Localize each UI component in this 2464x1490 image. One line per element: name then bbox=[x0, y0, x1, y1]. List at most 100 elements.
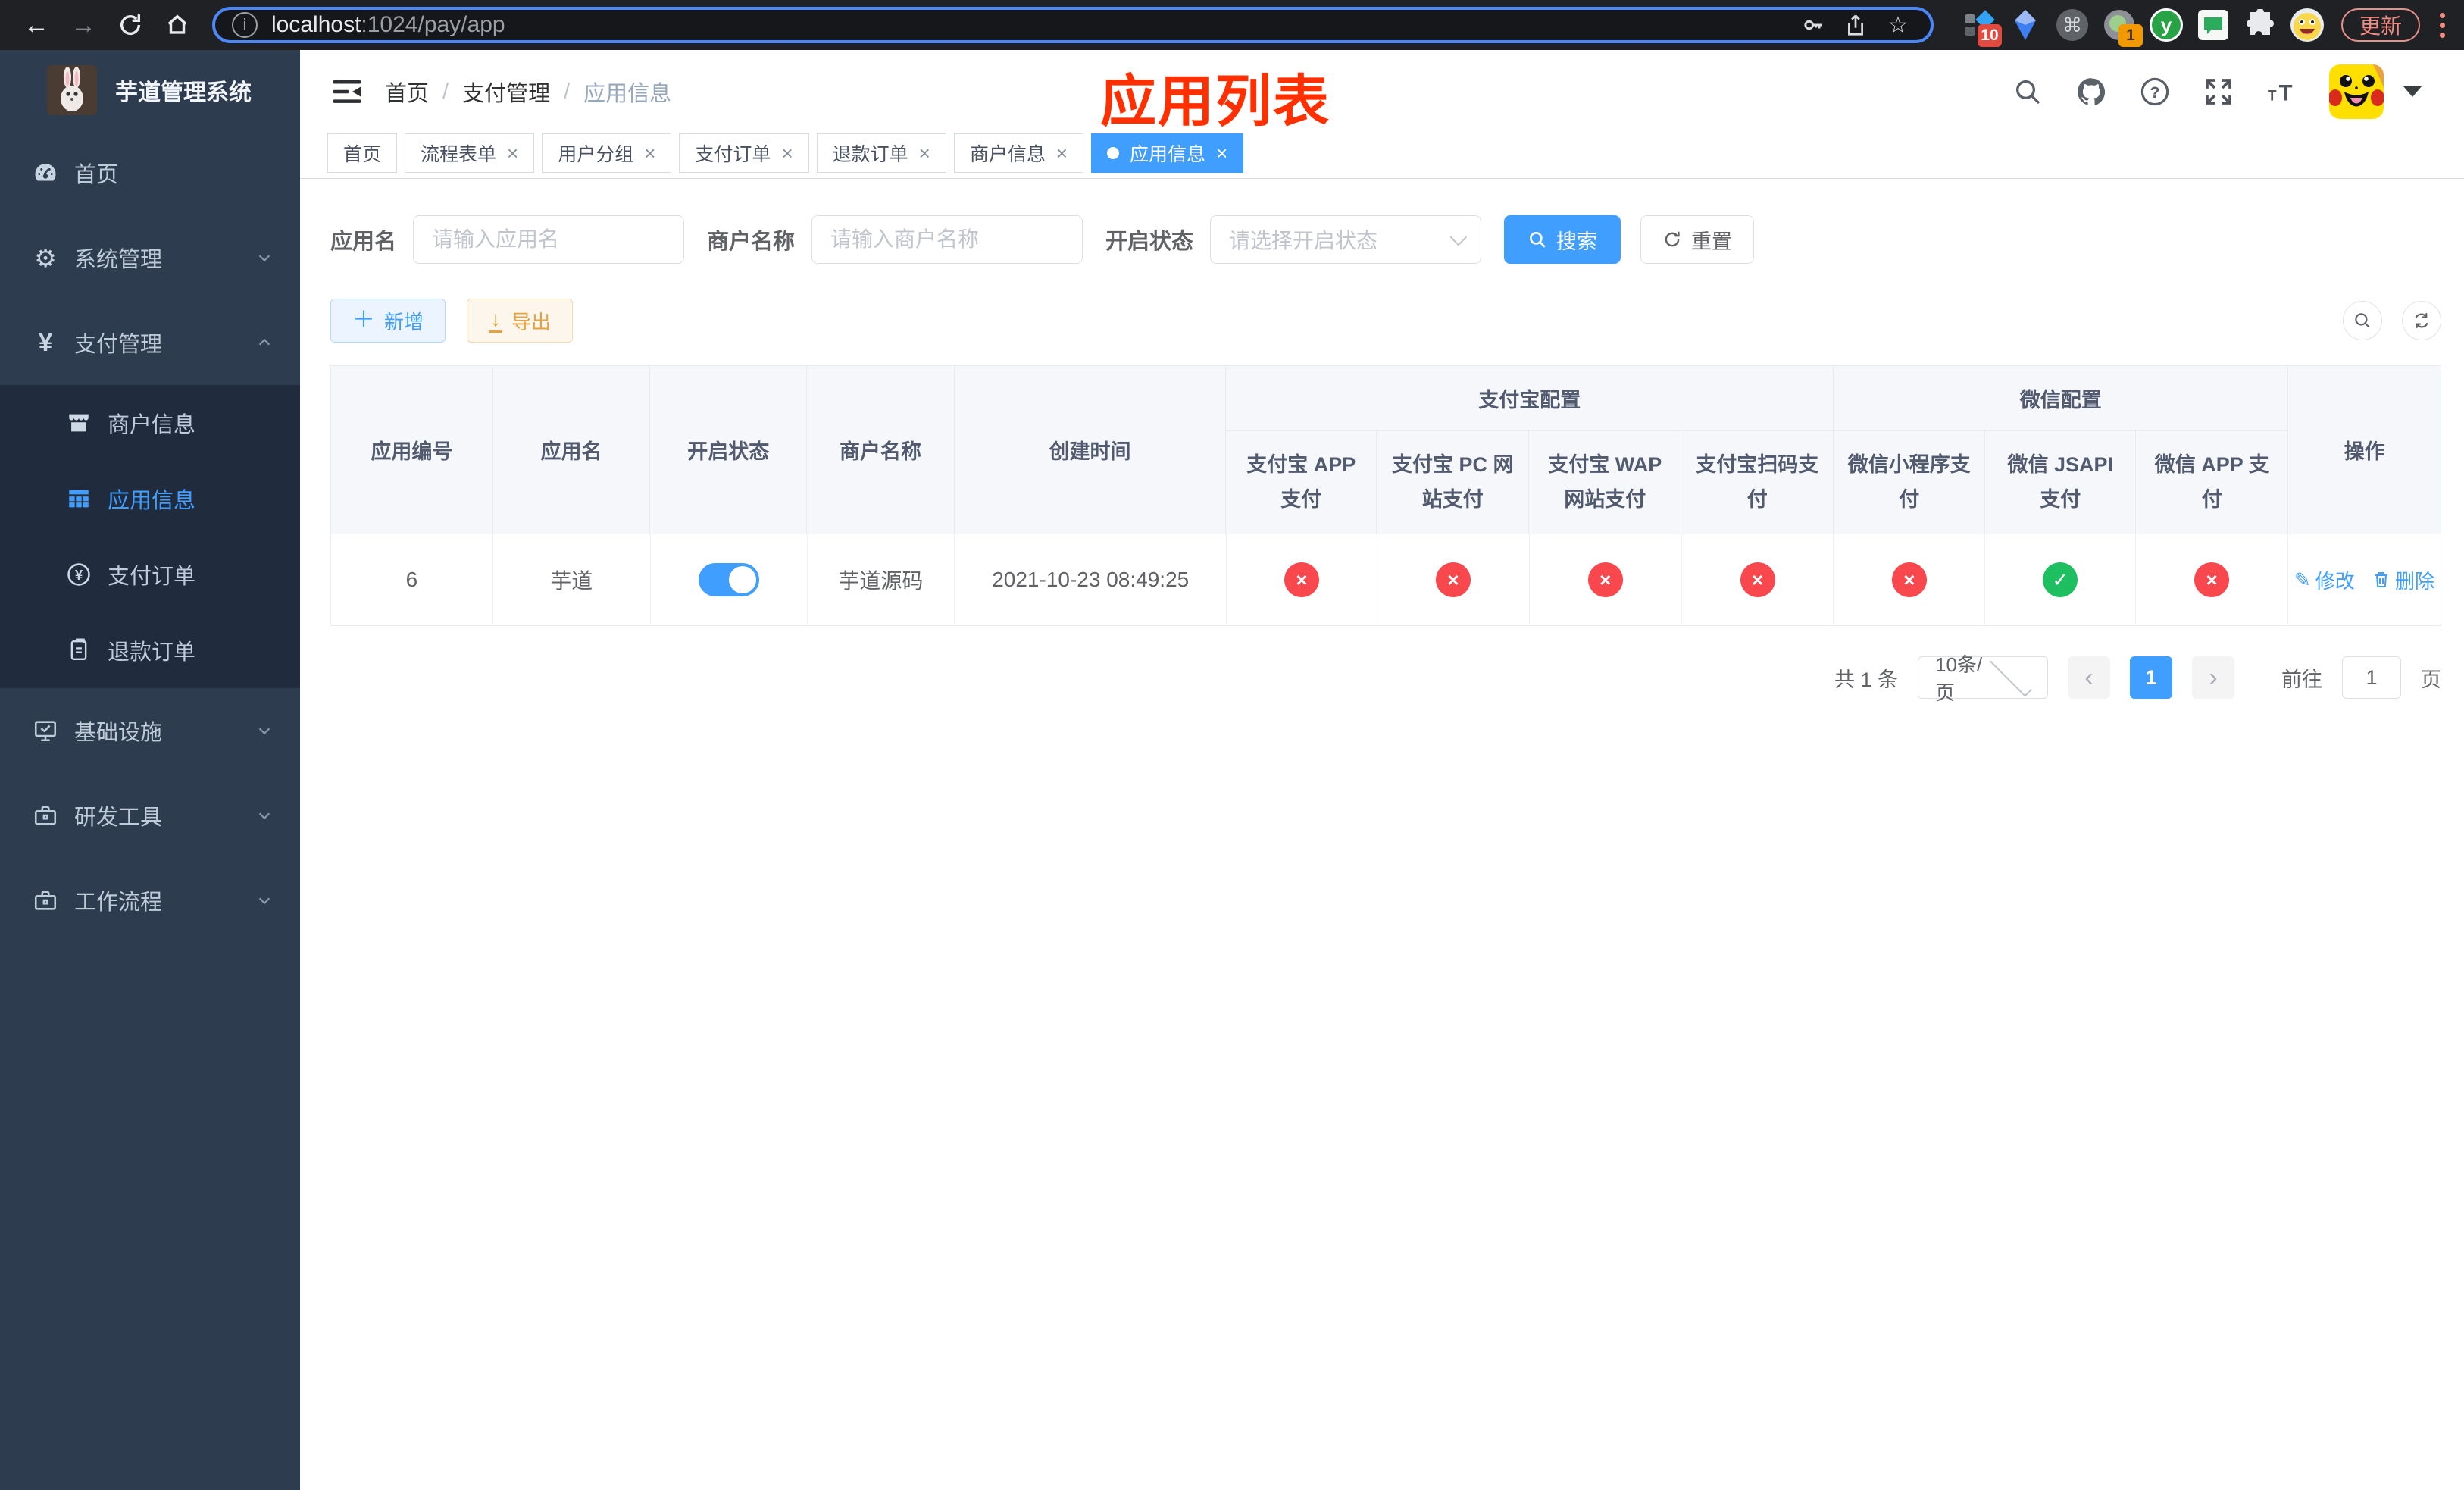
tags-view-bar: 首页 流程表单 × 用户分组 × 支付订单 × 退款订单 × 商户信息 × 应用信息 × bbox=[300, 133, 2464, 179]
cell-alipay-pc: × bbox=[1377, 534, 1530, 625]
breadcrumb-home[interactable]: 首页 bbox=[385, 76, 429, 108]
extension-balloon-icon[interactable] bbox=[2008, 8, 2043, 42]
filter-form: 应用名 商户名称 开启状态 请选择开启状态 搜索 bbox=[330, 215, 2441, 264]
page-size-select[interactable]: 10条/页 bbox=[1918, 653, 2048, 704]
sidebar-item-label: 支付订单 bbox=[108, 565, 196, 589]
close-icon[interactable]: × bbox=[919, 142, 930, 165]
app-name-label: 应用名 bbox=[330, 230, 397, 254]
tab-app-info[interactable]: 应用信息 × bbox=[1091, 133, 1244, 173]
gear-icon: ⚙ bbox=[34, 243, 57, 272]
close-icon[interactable]: × bbox=[507, 142, 518, 165]
close-icon[interactable]: × bbox=[644, 142, 655, 165]
browser-back-icon[interactable]: ← bbox=[20, 8, 53, 42]
font-size-icon[interactable]: TT bbox=[2265, 75, 2299, 108]
sidebar-item-infrastructure[interactable]: 基础设施 bbox=[0, 688, 300, 773]
avatar-caret-icon[interactable] bbox=[2403, 86, 2422, 97]
close-icon[interactable]: × bbox=[781, 142, 793, 165]
password-key-icon[interactable] bbox=[1797, 9, 1829, 41]
tab-home[interactable]: 首页 bbox=[327, 133, 398, 173]
breadcrumb-current: 应用信息 bbox=[583, 82, 672, 106]
sidebar-item-home[interactable]: 首页 bbox=[0, 130, 300, 215]
tab-refund-order[interactable]: 退款订单 × bbox=[816, 133, 946, 173]
sidebar-item-merchant-info[interactable]: 商户信息 bbox=[0, 385, 300, 461]
sidebar-item-pay[interactable]: ¥ 支付管理 bbox=[0, 300, 300, 385]
status-badge: × bbox=[1284, 562, 1319, 597]
extension-badge: 1 bbox=[2118, 24, 2143, 47]
refresh-icon bbox=[2415, 313, 2428, 328]
col-header-created: 创建时间 bbox=[955, 366, 1227, 534]
search-button[interactable]: 搜索 bbox=[1504, 215, 1621, 264]
browser-update-button[interactable]: 更新 bbox=[2340, 8, 2420, 42]
help-icon[interactable]: ? bbox=[2138, 75, 2172, 108]
prev-page-button[interactable]: ‹ bbox=[2068, 656, 2110, 699]
extensions-puzzle-icon[interactable] bbox=[2243, 8, 2278, 42]
url-text[interactable]: localhost:1024/pay/app bbox=[271, 12, 1787, 38]
tab-pay-order[interactable]: 支付订单 × bbox=[679, 133, 809, 173]
close-icon[interactable]: × bbox=[1216, 142, 1227, 165]
tab-user-group[interactable]: 用户分组 × bbox=[542, 133, 672, 173]
sidebar-item-app-info[interactable]: 应用信息 bbox=[0, 461, 300, 537]
goto-page-input[interactable] bbox=[2342, 656, 2401, 699]
address-bar[interactable]: i localhost:1024/pay/app ☆ bbox=[212, 7, 1934, 43]
svg-text:¥: ¥ bbox=[75, 567, 83, 583]
browser-forward-icon[interactable]: → bbox=[67, 8, 100, 42]
browser-menu-icon[interactable] bbox=[2431, 12, 2453, 38]
fullscreen-icon[interactable] bbox=[2202, 75, 2235, 108]
status-select[interactable]: 请选择开启状态 bbox=[1210, 215, 1482, 264]
chevron-down-icon bbox=[256, 892, 273, 909]
app-name-input[interactable] bbox=[413, 215, 685, 264]
sidebar-item-label: 工作流程 bbox=[74, 891, 163, 915]
tab-merchant-info[interactable]: 商户信息 × bbox=[953, 133, 1084, 173]
shop-icon bbox=[64, 408, 94, 438]
breadcrumb-separator: / bbox=[442, 79, 449, 104]
chevron-down-icon bbox=[1449, 228, 1468, 246]
sidebar-collapse-icon[interactable] bbox=[326, 70, 368, 113]
app-title: 芋道管理系统 bbox=[115, 80, 252, 105]
github-icon[interactable] bbox=[2075, 75, 2108, 108]
status-badge: ✓ bbox=[2043, 562, 2078, 597]
sidebar-item-pay-orders[interactable]: ¥ 支付订单 bbox=[0, 537, 300, 612]
extension-pieces-icon[interactable]: 10 bbox=[1961, 8, 2002, 47]
reset-button[interactable]: 重置 bbox=[1640, 215, 1755, 264]
table-toolbar: ＋ 新增 ↓ 导出 bbox=[330, 299, 2441, 343]
extension-chat-icon[interactable] bbox=[2196, 8, 2231, 42]
header-search-icon[interactable] bbox=[2011, 75, 2044, 108]
toolbox-icon bbox=[30, 800, 61, 831]
bookmark-star-icon[interactable]: ☆ bbox=[1882, 9, 1914, 41]
next-page-button[interactable]: › bbox=[2192, 656, 2234, 699]
add-button[interactable]: ＋ 新增 bbox=[330, 299, 446, 343]
close-icon[interactable]: × bbox=[1056, 142, 1068, 165]
sidebar-item-workflow[interactable]: 工作流程 bbox=[0, 858, 300, 943]
profile-emoji-avatar[interactable] bbox=[2290, 8, 2325, 42]
tab-process-form[interactable]: 流程表单 × bbox=[405, 133, 535, 173]
site-info-icon[interactable]: i bbox=[232, 12, 258, 38]
search-icon bbox=[2355, 313, 2370, 328]
share-icon[interactable] bbox=[1840, 9, 1871, 41]
extension-command-icon[interactable]: ⌘ bbox=[2055, 8, 2090, 42]
svg-text:T: T bbox=[2279, 81, 2293, 106]
browser-reload-icon[interactable] bbox=[114, 8, 147, 42]
extension-recorder-icon[interactable]: 1 bbox=[2102, 8, 2143, 47]
user-avatar[interactable] bbox=[2329, 64, 2384, 119]
delete-button[interactable]: 删除 bbox=[2372, 566, 2434, 594]
svg-text:T: T bbox=[2268, 89, 2277, 105]
cell-wx-app: × bbox=[2136, 534, 2288, 625]
page-number-1[interactable]: 1 bbox=[2130, 656, 2172, 699]
svg-text:y: y bbox=[2161, 14, 2172, 36]
breadcrumb-pay[interactable]: 支付管理 bbox=[462, 76, 550, 108]
col-header-alipay-wap: 支付宝 WAP 网站支付 bbox=[1529, 431, 1682, 534]
edit-button[interactable]: ✎ 修改 bbox=[2294, 566, 2355, 594]
trash-icon bbox=[2375, 572, 2387, 587]
sidebar-item-refund-orders[interactable]: 退款订单 bbox=[0, 612, 300, 688]
browser-home-icon[interactable] bbox=[161, 8, 194, 42]
export-button[interactable]: ↓ 导出 bbox=[467, 299, 574, 343]
extension-y-icon[interactable]: y bbox=[2149, 8, 2184, 42]
toggle-search-button[interactable] bbox=[2343, 301, 2382, 340]
status-badge: × bbox=[2194, 562, 2230, 597]
refresh-table-button[interactable] bbox=[2402, 301, 2441, 340]
sidebar-item-system[interactable]: ⚙ 系统管理 bbox=[0, 215, 300, 300]
sidebar-item-dev-tools[interactable]: 研发工具 bbox=[0, 773, 300, 858]
status-toggle[interactable] bbox=[698, 563, 759, 596]
merchant-name-input[interactable] bbox=[811, 215, 1083, 264]
pagination: 共 1 条 10条/页 ‹ 1 › 前往 页 bbox=[330, 653, 2441, 704]
